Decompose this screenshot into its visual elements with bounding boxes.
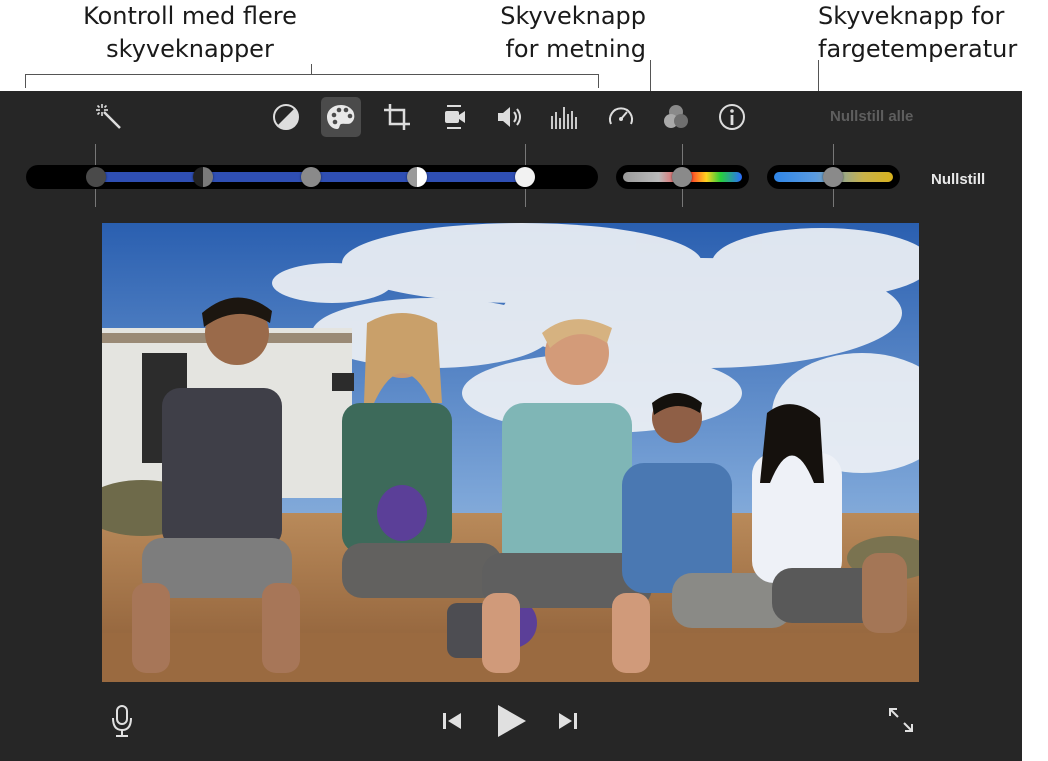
callout-saturation-line1: Skyveknapp	[500, 2, 646, 30]
multi-slider-knob-shadows[interactable]	[86, 167, 106, 187]
speed-icon[interactable]	[601, 97, 641, 137]
multi-slider-knob-midtone[interactable]	[301, 167, 321, 187]
editor-panel: Nullstill alle Nullstill	[0, 91, 1022, 761]
callout-saturation-line2: for metning	[505, 35, 646, 63]
stabilization-icon[interactable]	[434, 97, 474, 137]
skip-back-icon[interactable]	[438, 708, 466, 734]
video-preview[interactable]	[102, 223, 919, 682]
callout-multi-slider-line1: Kontroll med flere	[83, 2, 297, 30]
multi-slider-track[interactable]	[26, 165, 598, 189]
reset-all-button[interactable]: Nullstill alle	[830, 108, 913, 125]
filter-icon[interactable]	[656, 97, 696, 137]
info-icon[interactable]	[712, 97, 752, 137]
callout-bracket	[25, 74, 599, 75]
color-correction-icon[interactable]	[321, 97, 361, 137]
play-icon[interactable]	[492, 699, 532, 743]
saturation-slider-track[interactable]	[616, 165, 749, 189]
reset-button[interactable]: Nullstill	[931, 171, 985, 188]
callout-multi-slider: Kontroll med flere skyveknapper	[60, 0, 320, 66]
callout-bracket-left	[25, 74, 26, 88]
callout-multi-slider-line2: skyveknapper	[106, 35, 274, 63]
skip-forward-icon[interactable]	[554, 708, 582, 734]
callout-bracket-right	[598, 74, 599, 88]
temperature-knob[interactable]	[823, 167, 843, 187]
callout-temperature-line2: fargetemperatur	[818, 35, 1018, 63]
callout-temperature-line1: Skyveknapp for	[818, 2, 1005, 30]
magic-wand-icon[interactable]	[89, 97, 129, 137]
volume-icon[interactable]	[489, 97, 529, 137]
equalizer-icon[interactable]	[544, 97, 584, 137]
fullscreen-icon[interactable]	[884, 703, 918, 737]
multi-slider-knob-highlights[interactable]	[515, 167, 535, 187]
crop-icon[interactable]	[377, 97, 417, 137]
temperature-slider-track[interactable]	[767, 165, 900, 189]
multi-slider-knob-light-mid[interactable]	[407, 167, 427, 187]
callout-bracket-stem	[311, 64, 312, 74]
callout-saturation: Skyveknapp for metning	[470, 0, 646, 66]
microphone-icon[interactable]	[106, 703, 138, 739]
color-balance-icon[interactable]	[266, 97, 306, 137]
multi-slider-knob-dark-mid[interactable]	[193, 167, 213, 187]
saturation-knob[interactable]	[672, 167, 692, 187]
callout-temperature: Skyveknapp for fargetemperatur	[818, 0, 1048, 66]
